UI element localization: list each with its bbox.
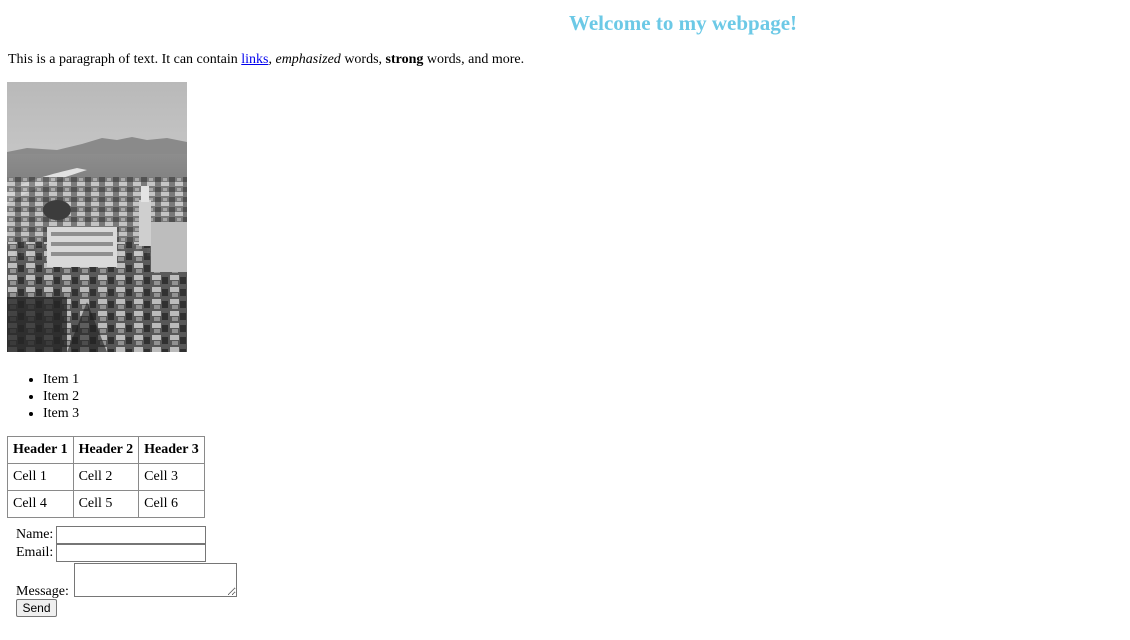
list-item: Item 3 — [43, 405, 79, 422]
message-row: Message: — [16, 562, 237, 599]
city-photo — [7, 82, 187, 352]
webpage: Welcome to my webpage! This is a paragra… — [0, 0, 1130, 640]
table-row: Cell 1 Cell 2 Cell 3 — [7, 463, 205, 491]
city-photo-graphic — [7, 82, 187, 352]
name-field[interactable] — [56, 526, 207, 544]
intro-text-before: This is a paragraph of text. It can cont… — [8, 52, 242, 67]
table-header-row: Header 1 Header 2 Header 3 — [7, 436, 205, 464]
intro-link[interactable]: links — [241, 52, 268, 67]
list-item: Item 2 — [43, 388, 79, 405]
item-list: Item 1 Item 2 Item 3 — [8, 371, 79, 422]
table-cell: Cell 3 — [138, 463, 205, 491]
table-header-cell: Header 2 — [72, 436, 140, 464]
send-button[interactable]: Send — [16, 599, 57, 617]
data-table: Header 1 Header 2 Header 3 Cell 1 Cell 2… — [7, 436, 205, 518]
intro-text-after: words, and more. — [423, 52, 525, 67]
name-label: Name: — [16, 527, 54, 542]
email-label: Email: — [16, 545, 54, 560]
table-cell: Cell 2 — [72, 463, 140, 491]
page-title: Welcome to my webpage! — [568, 11, 798, 35]
name-row: Name: — [16, 526, 207, 544]
table-cell: Cell 1 — [7, 463, 74, 491]
table-cell: Cell 5 — [72, 490, 140, 518]
table-header-cell: Header 3 — [138, 436, 205, 464]
contact-form: Name: Email: Message: Send — [16, 526, 237, 617]
email-field[interactable] — [56, 544, 207, 562]
intro-text-middle: words, — [340, 52, 386, 67]
table-cell: Cell 4 — [7, 490, 74, 518]
intro-emphasized: emphasized — [275, 52, 341, 67]
message-label: Message: — [16, 584, 69, 599]
intro-paragraph: This is a paragraph of text. It can cont… — [8, 51, 524, 68]
table-row: Cell 4 Cell 5 Cell 6 — [7, 490, 205, 518]
intro-strong: strong — [385, 52, 424, 67]
list-item: Item 1 — [43, 371, 79, 388]
message-textarea[interactable] — [74, 563, 237, 597]
table-cell: Cell 6 — [138, 490, 205, 518]
email-row: Email: — [16, 544, 207, 562]
table-header-cell: Header 1 — [7, 436, 74, 464]
